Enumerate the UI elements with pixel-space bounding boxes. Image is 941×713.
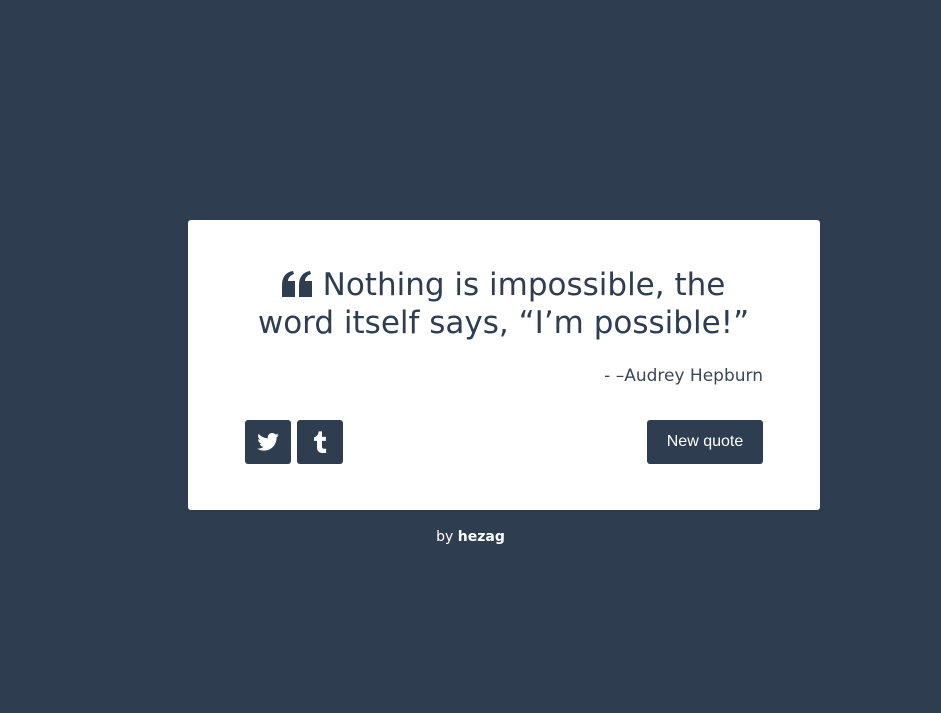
quote-author: - –Audrey Hepburn — [604, 366, 763, 386]
quote-text-container: Nothing is impossible, the word itself s… — [244, 266, 763, 342]
quote-box: Nothing is impossible, the word itself s… — [188, 220, 820, 510]
footer-author-link[interactable]: hezag — [458, 529, 505, 545]
twitter-icon — [257, 433, 279, 451]
tweet-button[interactable] — [245, 420, 291, 464]
quote-left-icon — [281, 271, 313, 297]
tumblr-icon — [313, 431, 327, 453]
footer-prefix: by — [436, 529, 454, 545]
quote-text: Nothing is impossible, the word itself s… — [257, 267, 750, 341]
new-quote-button[interactable]: New quote — [647, 420, 763, 464]
tumblr-button[interactable] — [297, 420, 343, 464]
footer: by hezag — [0, 527, 941, 547]
